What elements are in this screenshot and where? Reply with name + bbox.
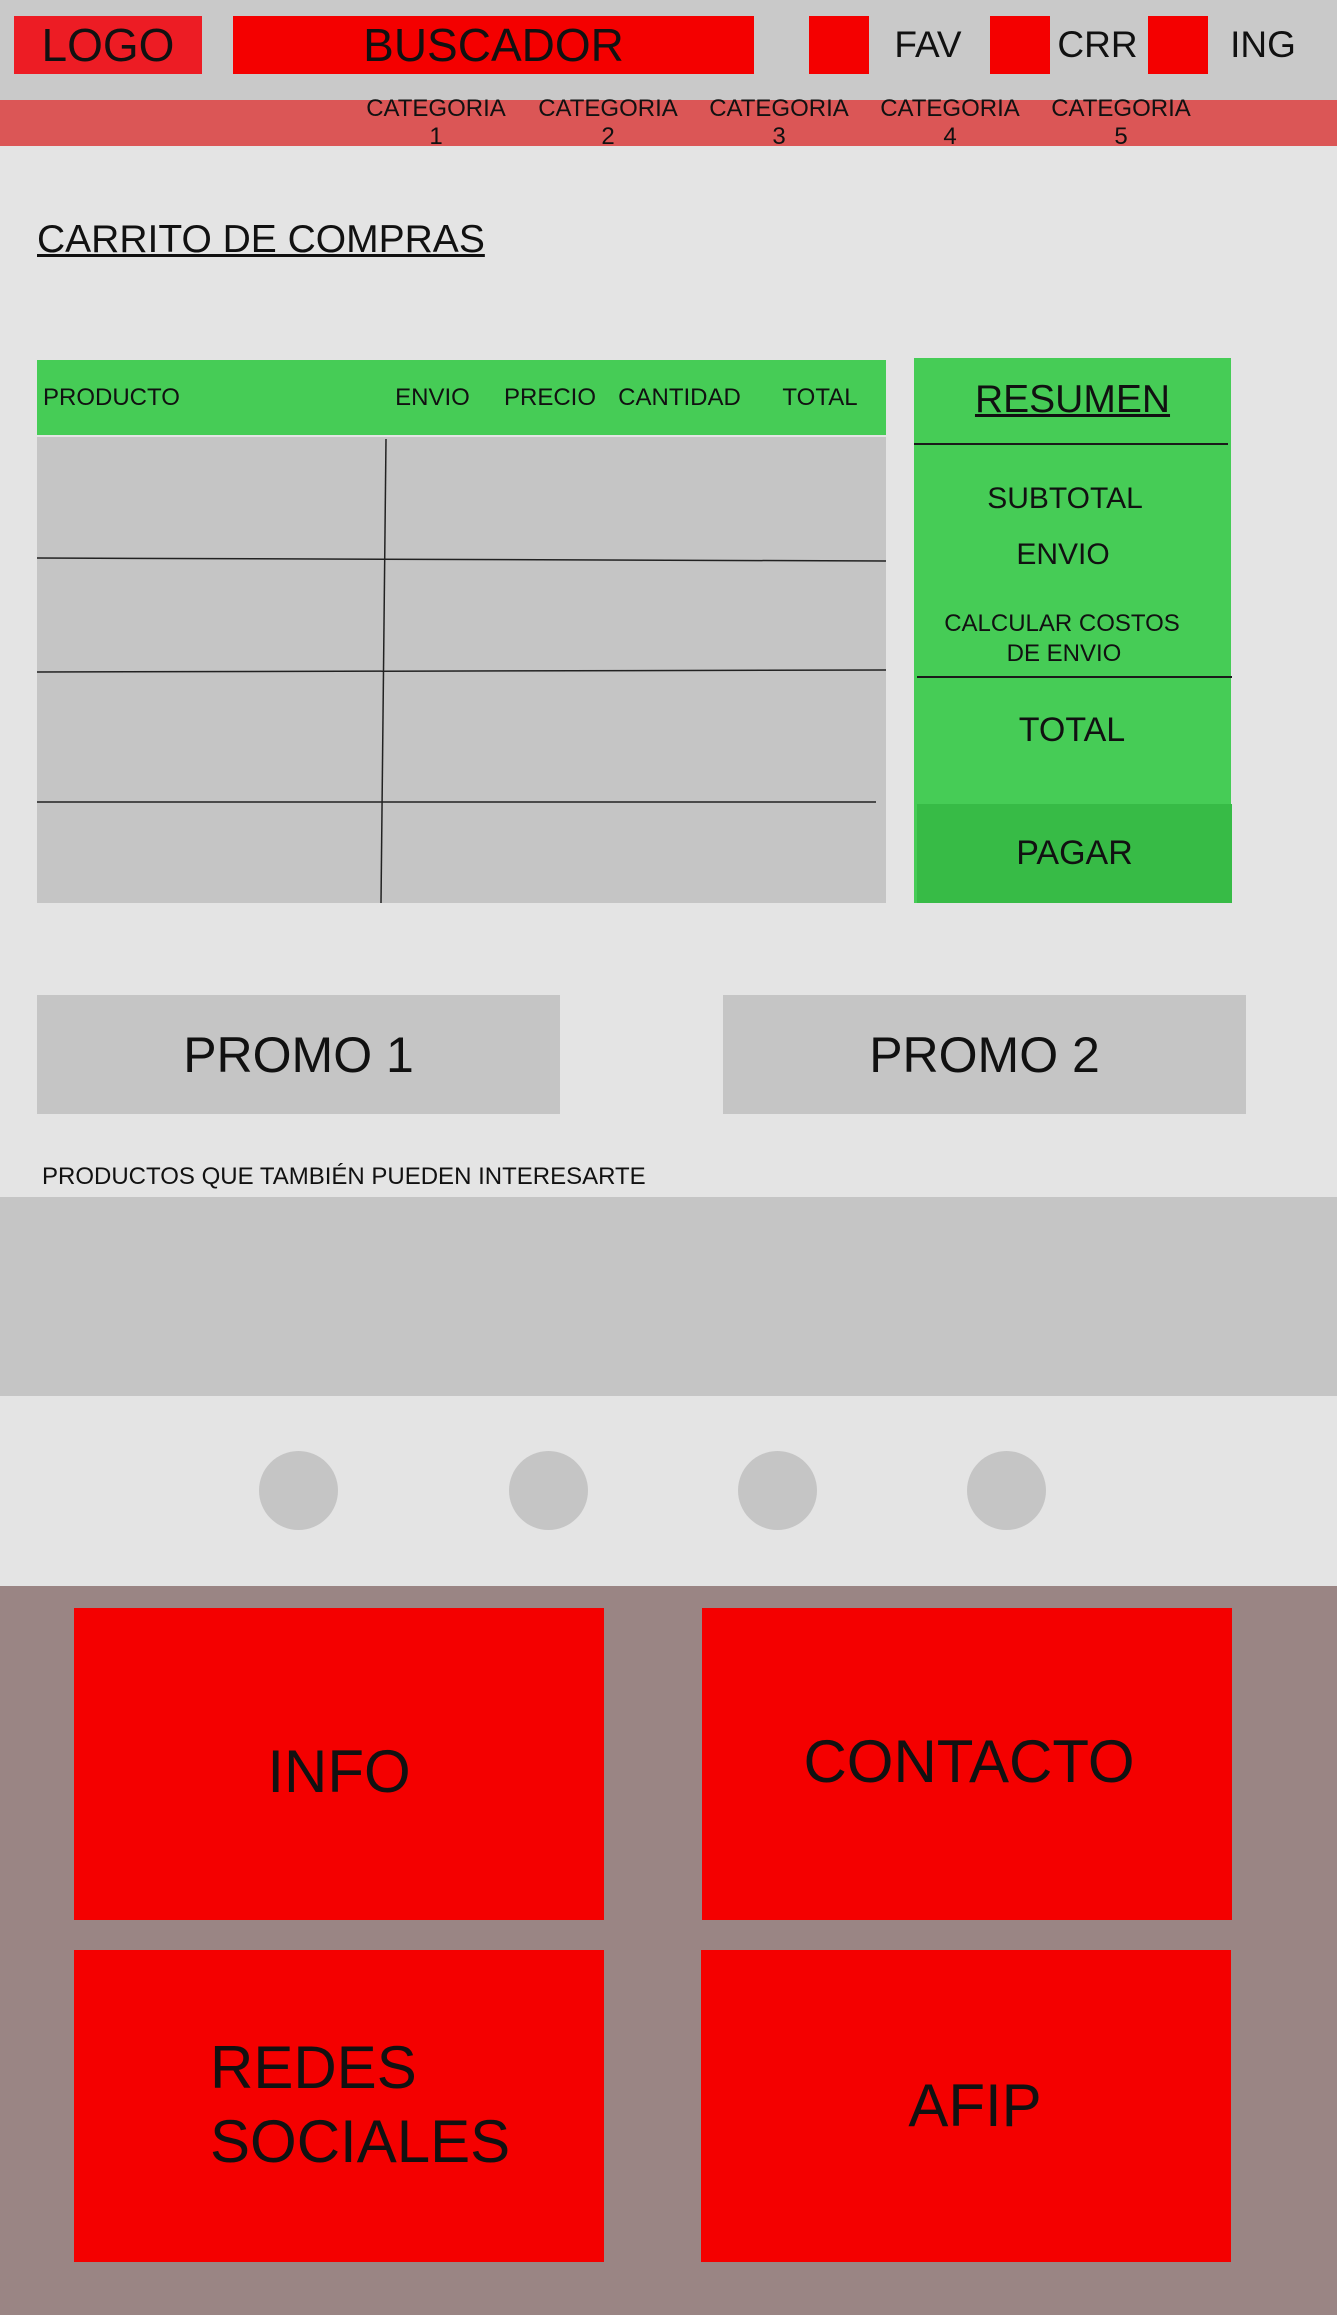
cart-row-3[interactable]	[37, 673, 386, 801]
carousel-dot-2[interactable]	[509, 1451, 588, 1530]
column-header-total: TOTAL	[782, 383, 858, 411]
carousel-dot-3[interactable]	[738, 1451, 817, 1530]
promo-banner-1[interactable]: PROMO 1	[37, 995, 560, 1114]
pay-button[interactable]: PAGAR	[917, 804, 1232, 903]
summary-subtotal: SUBTOTAL	[987, 482, 1143, 515]
cart-label[interactable]: CRR	[1057, 16, 1137, 74]
column-header-shipping: ENVIO	[395, 383, 470, 411]
promo-banner-2[interactable]: PROMO 2	[723, 995, 1246, 1114]
login-label[interactable]: ING	[1228, 16, 1298, 74]
footer-social-button[interactable]: REDES SOCIALES	[74, 1950, 604, 2262]
logo[interactable]: LOGO	[14, 16, 202, 74]
category-link-5[interactable]: CATEGORIA 5	[1043, 95, 1199, 150]
login-icon[interactable]	[1148, 16, 1208, 74]
column-header-quantity: CANTIDAD	[618, 383, 741, 411]
summary-title: RESUMEN	[974, 378, 1171, 421]
footer-afip-button[interactable]: AFIP	[701, 1950, 1231, 2262]
recommended-heading: PRODUCTOS QUE TAMBIÉN PUEDEN INTERESARTE	[42, 1163, 646, 1190]
cart-row-4[interactable]	[37, 803, 386, 903]
search-bar[interactable]: BUSCADOR	[233, 16, 754, 74]
footer-social-label-line2: SOCIALES	[210, 2108, 511, 2175]
column-header-product: PRODUCTO	[43, 383, 180, 411]
summary-shipping: ENVIO	[1016, 538, 1110, 571]
cart-row-2[interactable]	[37, 561, 386, 671]
summary-divider	[917, 676, 1232, 678]
footer-contact-button[interactable]: CONTACTO	[702, 1608, 1232, 1920]
carousel-dot-1[interactable]	[259, 1451, 338, 1530]
calculate-shipping-link[interactable]: CALCULAR COSTOS	[914, 609, 1210, 639]
footer-info-button[interactable]: INFO	[74, 1608, 604, 1920]
category-link-1[interactable]: CATEGORIA 1	[358, 95, 514, 150]
calculate-shipping-link-line2[interactable]: DE ENVIO	[914, 639, 1214, 669]
recommended-carousel[interactable]	[0, 1197, 1337, 1396]
category-link-2[interactable]: CATEGORIA 2	[530, 95, 686, 150]
footer-social-label-line1: REDES	[210, 2034, 417, 2101]
page-title: CARRITO DE COMPRAS	[37, 218, 485, 261]
summary-divider	[914, 443, 1228, 445]
carousel-dot-4[interactable]	[967, 1451, 1046, 1530]
category-link-3[interactable]: CATEGORIA 3	[701, 95, 857, 150]
favorites-icon[interactable]	[809, 16, 869, 74]
cart-icon[interactable]	[990, 16, 1050, 74]
cart-row-1[interactable]	[37, 440, 386, 558]
summary-total: TOTAL	[1018, 710, 1126, 749]
column-header-price: PRECIO	[503, 383, 596, 411]
category-link-4[interactable]: CATEGORIA 4	[872, 95, 1028, 150]
favorites-label[interactable]: FAV	[893, 16, 963, 74]
